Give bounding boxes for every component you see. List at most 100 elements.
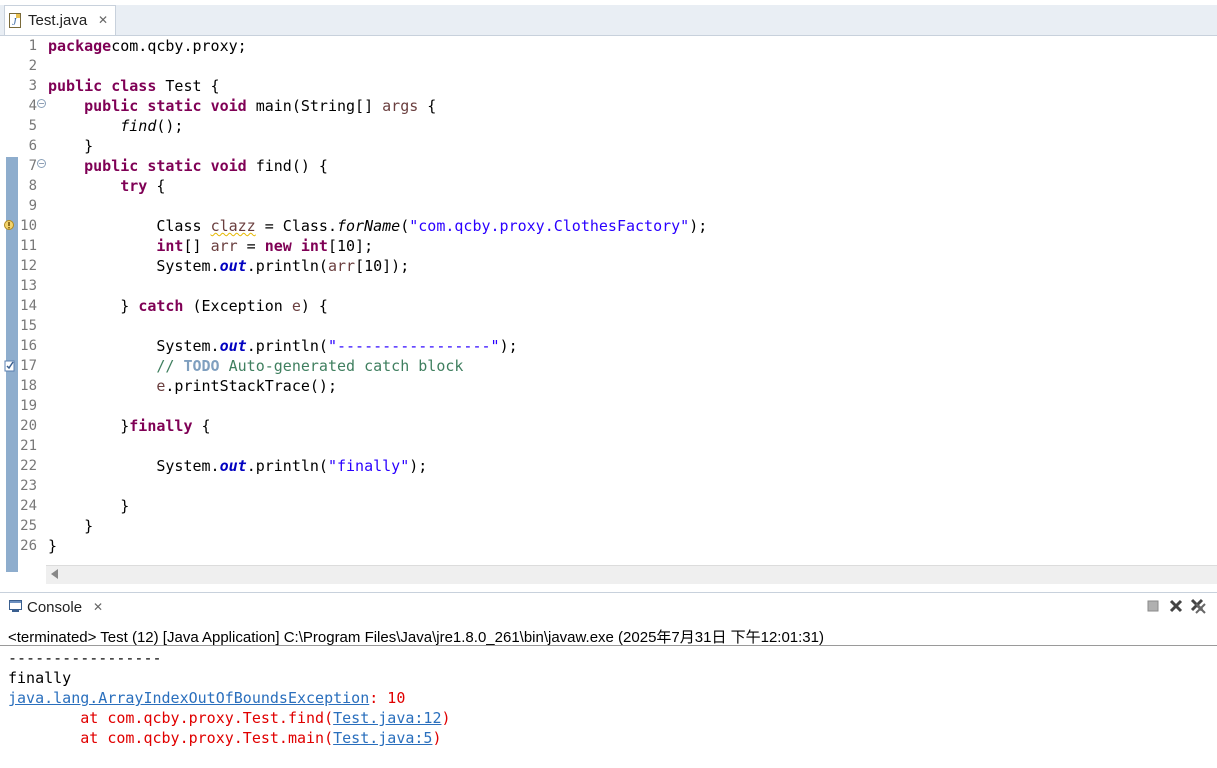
code-line[interactable]: 23 <box>0 476 1217 496</box>
code-line[interactable]: 7− public static void find() { <box>0 156 1217 176</box>
code-token: int <box>300 237 328 255</box>
line-number: 8 <box>28 178 37 194</box>
line-number: 3 <box>28 78 37 94</box>
code-token: (Exception <box>183 297 292 315</box>
remove-all-launches-icon[interactable] <box>1190 598 1206 614</box>
warning-icon[interactable] <box>4 219 15 232</box>
code-token: new <box>264 237 292 255</box>
code-line[interactable]: 3 public class Test { <box>0 76 1217 96</box>
code-line[interactable]: 6 } <box>0 136 1217 156</box>
stack-frame-line: at com.qcby.proxy.Test.main(Test.java:5) <box>8 728 441 748</box>
code-token: // <box>156 357 184 375</box>
code-token: public <box>84 157 139 175</box>
code-line[interactable]: 9 <box>0 196 1217 216</box>
line-number: 12 <box>20 258 37 274</box>
code-editor[interactable]: 1 packagecom.qcby.proxy; 2 3 public class Te… <box>0 36 1217 572</box>
code-text: public static void main(String[] args { <box>48 96 436 116</box>
task-icon[interactable] <box>4 359 15 372</box>
code-line[interactable]: 12 System.out.println(arr[10]); <box>0 256 1217 276</box>
code-line[interactable]: 24 } <box>0 496 1217 516</box>
line-number: 21 <box>20 438 37 454</box>
code-line[interactable]: 25 } <box>0 516 1217 536</box>
fold-collapse-icon[interactable]: − <box>37 159 46 168</box>
horizontal-scrollbar[interactable] <box>46 565 1217 584</box>
scroll-left-icon[interactable] <box>51 569 58 579</box>
code-token: args <box>382 97 419 115</box>
code-text: // TODO Auto-generated catch block <box>48 356 463 376</box>
remove-launch-icon[interactable] <box>1168 598 1184 614</box>
code-token: } <box>48 417 130 435</box>
line-number: 25 <box>20 518 37 534</box>
code-token: static <box>147 97 202 115</box>
stack-frame-text: ) <box>432 729 442 747</box>
code-line[interactable]: 5 find(); <box>0 116 1217 136</box>
console-tab-bar: Console ✕ <box>0 593 1217 622</box>
code-text: packagecom.qcby.proxy; <box>48 36 247 56</box>
code-token: } <box>48 297 139 315</box>
code-line[interactable]: 13 <box>0 276 1217 296</box>
code-line[interactable]: 1 packagecom.qcby.proxy; <box>0 36 1217 56</box>
line-number: 18 <box>20 378 37 394</box>
console-icon <box>9 600 22 612</box>
code-text: find(); <box>48 116 183 136</box>
line-number: 26 <box>20 538 37 554</box>
code-token: void <box>210 97 247 115</box>
code-token: ); <box>409 457 428 475</box>
code-token: { <box>418 97 437 115</box>
code-line[interactable]: 8 try { <box>0 176 1217 196</box>
line-number: 10 <box>20 218 37 234</box>
line-number: 9 <box>28 198 37 214</box>
line-number: 15 <box>20 318 37 334</box>
close-icon[interactable]: ✕ <box>93 600 103 614</box>
stack-frame-link[interactable]: Test.java:5 <box>333 729 432 747</box>
code-line[interactable]: 26} <box>0 536 1217 556</box>
close-icon[interactable]: ✕ <box>98 13 108 27</box>
code-token: find() { <box>246 157 328 175</box>
code-line[interactable]: 4− public static void main(String[] args… <box>0 96 1217 116</box>
line-number: 2 <box>28 58 37 74</box>
code-line[interactable]: 10 Class clazz = Class.forName("com.qcby… <box>0 216 1217 236</box>
console-tab-label[interactable]: Console <box>27 599 82 616</box>
editor-tab-test-java[interactable]: J Test.java ✕ <box>4 5 116 35</box>
code-token: try <box>120 177 148 195</box>
editor-pane: J Test.java ✕ 1 packagecom.qcby.proxy; 2 3 p… <box>0 0 1217 588</box>
code-text: System.out.println(arr[10]); <box>48 256 409 276</box>
code-line[interactable]: 18 e.printStackTrace(); <box>0 376 1217 396</box>
code-token: (); <box>156 117 184 135</box>
code-token: out <box>219 457 247 475</box>
code-token: "finally" <box>327 457 410 475</box>
code-line[interactable]: 17 // TODO Auto-generated catch block <box>0 356 1217 376</box>
code-line[interactable]: 20 }finally { <box>0 416 1217 436</box>
terminate-icon[interactable] <box>1145 598 1161 614</box>
stack-frame-link[interactable]: Test.java:12 <box>333 709 441 727</box>
line-number: 14 <box>20 298 37 314</box>
code-line[interactable]: 16 System.out.println("-----------------… <box>0 336 1217 356</box>
code-token: ( <box>400 217 410 235</box>
code-token: System. <box>48 337 220 355</box>
editor-tab-label: Test.java <box>28 12 88 29</box>
code-line[interactable]: 2 <box>0 56 1217 76</box>
code-line[interactable]: 11 int[] arr = new int[10]; <box>0 236 1217 256</box>
code-line[interactable]: 19 <box>0 396 1217 416</box>
code-text: } <box>48 136 93 156</box>
code-token: [10]); <box>355 257 410 275</box>
code-token: .println( <box>246 257 328 275</box>
code-token: out <box>219 257 247 275</box>
line-number: 11 <box>20 238 37 254</box>
code-line[interactable]: 15 <box>0 316 1217 336</box>
code-token: main(String[] <box>246 97 383 115</box>
code-token: } <box>48 137 94 155</box>
fold-collapse-icon[interactable]: − <box>37 99 46 108</box>
console-output-line: ----------------- <box>8 649 162 667</box>
code-line[interactable]: 22 System.out.println("finally"); <box>0 456 1217 476</box>
code-token: [10]; <box>327 237 374 255</box>
code-token: } <box>48 517 94 535</box>
code-text: System.out.println("-----------------"); <box>48 336 517 356</box>
code-token: forName <box>337 217 401 235</box>
code-line[interactable]: 21 <box>0 436 1217 456</box>
code-line[interactable]: 14 } catch (Exception e) { <box>0 296 1217 316</box>
exception-class-link[interactable]: java.lang.ArrayIndexOutOfBoundsException <box>8 689 369 707</box>
